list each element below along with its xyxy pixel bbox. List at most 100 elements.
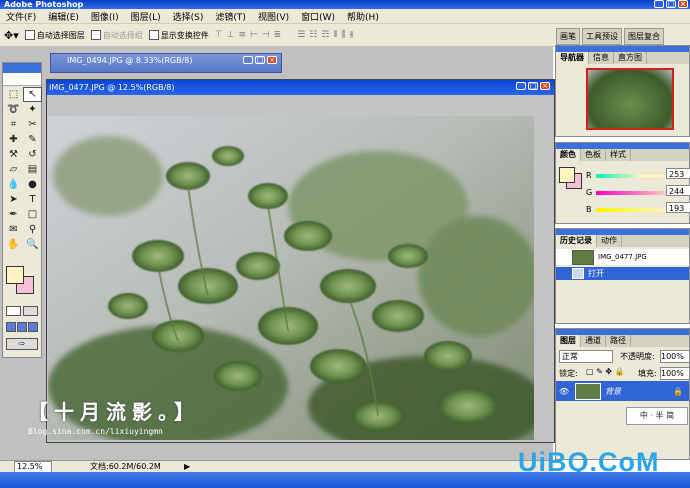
align-right-icon[interactable]: ≣ xyxy=(274,30,282,40)
toolbox-header[interactable] xyxy=(3,63,41,73)
doc-front-maximize-button[interactable]: □ xyxy=(528,82,538,90)
tab-navigator[interactable]: 导航器 xyxy=(556,52,589,64)
crop-tool-icon[interactable]: ⌗ xyxy=(4,117,23,132)
distribute-top-icon[interactable]: ☰ xyxy=(297,30,305,40)
blur-tool-icon[interactable]: 💧 xyxy=(4,177,23,192)
align-bottom-icon[interactable]: ≡ xyxy=(238,30,246,40)
document-front-titlebar[interactable]: IMG_0477.JPG @ 12.5%(RGB/8) _ □ × xyxy=(47,80,554,95)
screen-mode-menu-icon[interactable] xyxy=(17,322,27,332)
path-selection-tool-icon[interactable]: ➤ xyxy=(4,192,23,207)
distribute-center-icon[interactable]: ⫼ xyxy=(341,30,345,40)
tab-histogram[interactable]: 直方图 xyxy=(614,52,647,64)
hand-tool-icon[interactable]: ✋ xyxy=(4,237,23,252)
align-middle-icon[interactable]: ⊥ xyxy=(227,30,235,40)
menu-view[interactable]: 视图(V) xyxy=(252,10,295,23)
align-left-icon[interactable]: ⊢ xyxy=(250,30,258,40)
align-buttons[interactable]: ⊤ ⊥ ≡ ⊢ ⊣ ≣ xyxy=(215,30,281,40)
navigator-thumbnail[interactable] xyxy=(586,68,674,130)
menu-window[interactable]: 窗口(W) xyxy=(295,10,341,23)
show-transform-checkbox[interactable]: 显示变换控件 xyxy=(148,30,209,41)
layer-visibility-eye-icon[interactable]: 👁 xyxy=(559,387,569,396)
minimize-button[interactable]: _ xyxy=(654,0,664,8)
align-center-icon[interactable]: ⊣ xyxy=(262,30,270,40)
tab-actions[interactable]: 动作 xyxy=(597,235,622,247)
green-value-input[interactable]: 244 xyxy=(666,185,690,196)
maximize-button[interactable]: □ xyxy=(666,0,676,8)
menu-filter[interactable]: 滤镜(T) xyxy=(209,10,252,23)
doc-front-minimize-button[interactable]: _ xyxy=(516,82,526,90)
doc-back-close-button[interactable]: × xyxy=(267,56,277,64)
zoom-tool-icon[interactable]: 🔍 xyxy=(23,237,42,252)
color-panel-fg-swatch[interactable] xyxy=(559,167,575,183)
marquee-tool-icon[interactable]: ⬚ xyxy=(4,87,23,102)
lasso-tool-icon[interactable]: ➰ xyxy=(4,102,23,117)
close-button[interactable]: × xyxy=(678,0,688,8)
history-brush-tool-icon[interactable]: ↺ xyxy=(23,147,42,162)
distribute-right-icon[interactable]: ⫵ xyxy=(349,30,353,40)
eyedropper-tool-icon[interactable]: ⚲ xyxy=(23,222,42,237)
blend-mode-select[interactable]: 正常 xyxy=(559,350,613,363)
blue-value-input[interactable]: 193 xyxy=(666,202,690,213)
tab-history[interactable]: 历史记录 xyxy=(556,235,597,247)
tab-channels[interactable]: 通道 xyxy=(581,335,606,347)
doc-back-maximize-button[interactable]: □ xyxy=(255,56,265,64)
red-value-input[interactable]: 253 xyxy=(666,168,690,179)
screen-mode-full-icon[interactable] xyxy=(28,322,38,332)
opacity-input[interactable]: 100% xyxy=(660,350,690,363)
distribute-bottom-icon[interactable]: ☶ xyxy=(321,30,329,40)
menu-file[interactable]: 文件(F) xyxy=(0,10,42,23)
tab-layers[interactable]: 图层 xyxy=(556,335,581,347)
healing-brush-tool-icon[interactable]: ✚ xyxy=(4,132,23,147)
doc-front-close-button[interactable]: × xyxy=(540,82,550,90)
menu-image[interactable]: 图像(I) xyxy=(85,10,125,23)
auto-select-layer-checkbox[interactable]: 自动选择图层 xyxy=(24,30,85,41)
quick-mask-buttons[interactable] xyxy=(6,306,38,316)
menu-edit[interactable]: 编辑(E) xyxy=(42,10,85,23)
gradient-tool-icon[interactable]: ▤ xyxy=(23,162,42,177)
history-snapshot[interactable]: IMG_0477.JPG xyxy=(556,249,689,265)
photoshop-logo[interactable] xyxy=(3,73,41,86)
brush-tool-icon[interactable]: ✎ xyxy=(23,132,42,147)
tab-layer-comps[interactable]: 图层复合 xyxy=(624,28,664,45)
auto-select-group-checkbox[interactable]: 自动选择组 xyxy=(90,30,143,41)
type-tool-icon[interactable]: T xyxy=(23,192,42,207)
screen-mode-buttons[interactable] xyxy=(6,322,38,332)
history-item[interactable]: 打开 xyxy=(556,267,689,280)
quick-mask-mode-icon[interactable] xyxy=(23,306,38,316)
lock-icons[interactable]: ▢ ✎ ✥ 🔒 xyxy=(586,367,625,376)
menu-help[interactable]: 帮助(H) xyxy=(341,10,385,23)
distribute-left-icon[interactable]: ⫴ xyxy=(333,30,337,40)
jump-to-imageready-icon[interactable]: ⇨ xyxy=(6,338,38,350)
foreground-color-swatch[interactable] xyxy=(6,266,24,284)
pen-tool-icon[interactable]: ✒ xyxy=(4,207,23,222)
notes-tool-icon[interactable]: ✉ xyxy=(4,222,23,237)
tab-styles[interactable]: 样式 xyxy=(606,149,631,161)
dodge-tool-icon[interactable]: ● xyxy=(23,177,42,192)
tab-tool-presets[interactable]: 工具预设 xyxy=(582,28,622,45)
magic-wand-tool-icon[interactable]: ✦ xyxy=(23,102,42,117)
align-top-icon[interactable]: ⊤ xyxy=(215,30,223,40)
tab-swatches[interactable]: 色板 xyxy=(581,149,606,161)
layer-row-background[interactable]: 👁 背景 🔒 xyxy=(556,381,689,401)
slice-tool-icon[interactable]: ✂ xyxy=(23,117,42,132)
distribute-buttons[interactable]: ☰ ☷ ☶ ⫴ ⫼ ⫵ xyxy=(297,30,353,40)
fill-input[interactable]: 100% xyxy=(660,367,690,380)
menu-select[interactable]: 选择(S) xyxy=(167,10,210,23)
tab-info[interactable]: 信息 xyxy=(589,52,614,64)
clone-stamp-tool-icon[interactable]: ⚒ xyxy=(4,147,23,162)
tab-brushes[interactable]: 画笔 xyxy=(556,28,580,45)
distribute-middle-icon[interactable]: ☷ xyxy=(309,30,317,40)
screen-mode-standard-icon[interactable] xyxy=(6,322,16,332)
tab-paths[interactable]: 路径 xyxy=(606,335,631,347)
photo-canvas[interactable] xyxy=(48,116,534,440)
shape-tool-icon[interactable]: □ xyxy=(23,207,42,222)
menu-layer[interactable]: 图层(L) xyxy=(125,10,167,23)
standard-mode-icon[interactable] xyxy=(6,306,21,316)
eraser-tool-icon[interactable]: ▱ xyxy=(4,162,23,177)
doc-back-minimize-button[interactable]: _ xyxy=(243,56,253,64)
document-window-back[interactable]: IMG_0494.JPG @ 8.33%(RGB/8) _ □ × xyxy=(50,53,282,73)
move-tool-icon[interactable]: ↖ xyxy=(23,87,42,102)
move-tool-icon[interactable]: ✥▾ xyxy=(4,29,19,42)
tab-color[interactable]: 颜色 xyxy=(556,149,581,161)
ime-toolbar[interactable]: 中 · 半 简 xyxy=(626,407,688,425)
